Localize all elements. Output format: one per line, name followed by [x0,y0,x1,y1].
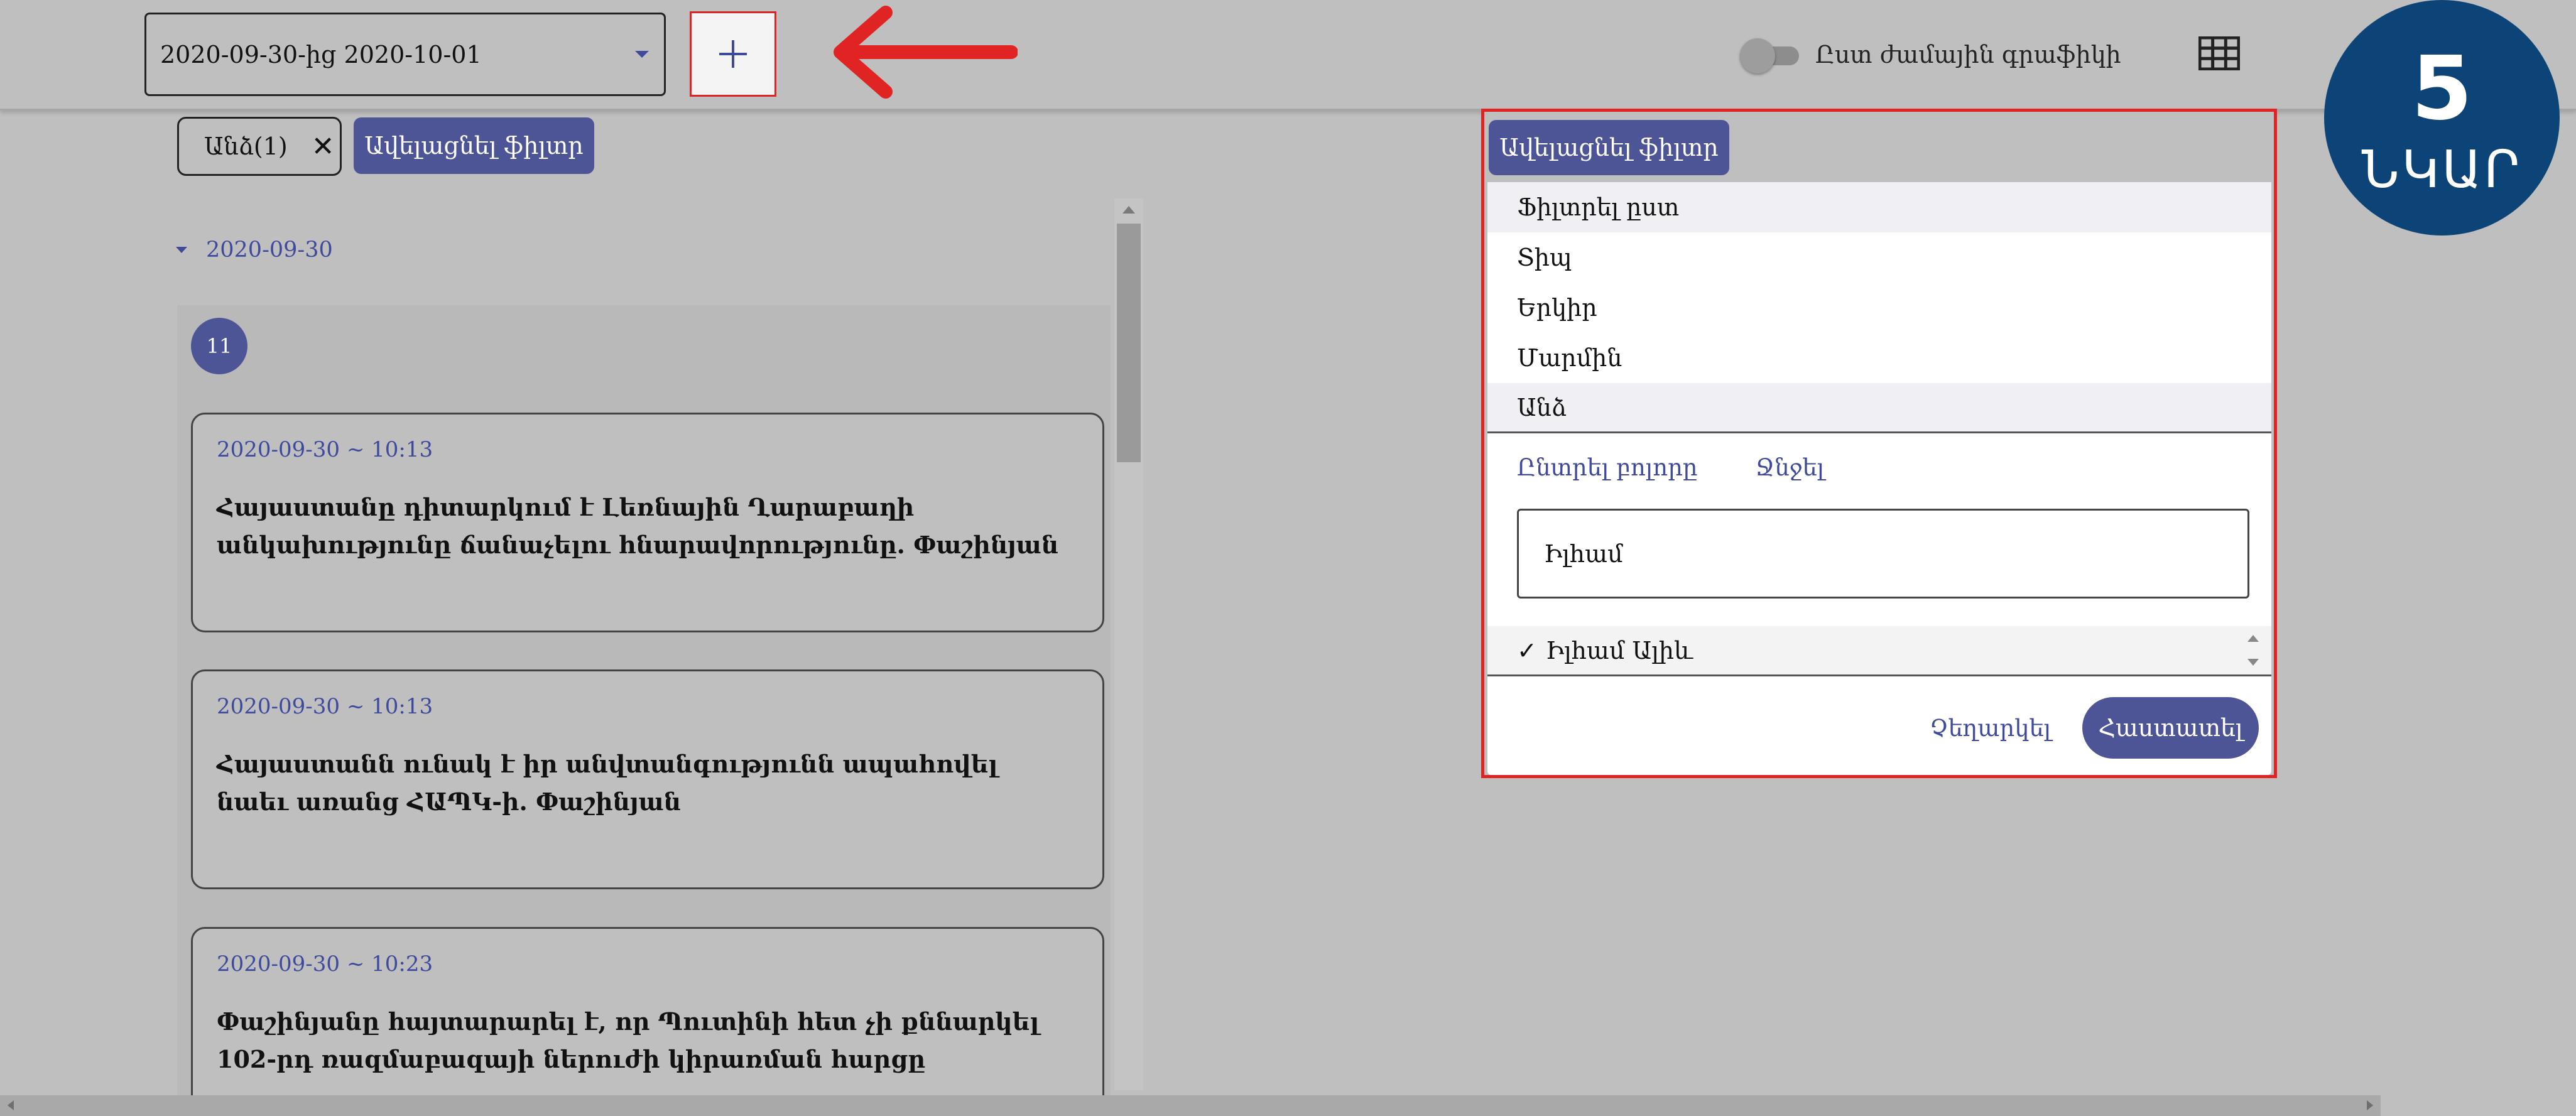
scroll-up-icon[interactable] [1122,206,1135,214]
step-word: ՆԿԱՐ [2361,139,2523,200]
add-filter-button[interactable]: Ավելացնել ֆիլտր [1489,120,1729,175]
clear-link[interactable]: Ջնջել [1756,454,1825,481]
confirm-button[interactable]: Հաստատել [2082,697,2259,759]
bulk-actions: Ընտրել բոլորը Ջնջել [1487,454,2271,481]
toggle-knob [1740,38,1775,73]
step-number: 5 [2411,37,2473,140]
caret-down-icon [635,51,649,58]
news-title: Հայաստանն ունակ է իր անվտանգությունն ապա… [217,750,998,816]
close-icon[interactable]: ✕ [312,131,335,163]
filter-panel: Ֆիլտրել ըստ Տիպ Երկիր Մարմին Անձ Ընտրել … [1487,182,2271,775]
select-all-link[interactable]: Ընտրել բոլորը [1517,454,1698,481]
check-icon: ✓ [1517,636,1537,664]
filter-popup: Ավելացնել ֆիլտր Ֆիլտրել ըստ Տիպ Երկիր Մա… [1481,109,2277,778]
filter-option-body[interactable]: Մարմին [1487,333,2271,383]
caret-down-icon [176,247,187,253]
grid-icon[interactable] [2198,36,2240,70]
scroll-right-icon[interactable] [2367,1100,2373,1110]
news-card[interactable]: 2020-09-30 ~ 10:23 Փաշինյանը հայտարարել … [191,927,1104,1116]
plus-icon [719,40,747,68]
horizontal-scrollbar[interactable] [0,1095,2381,1116]
toggle-switch[interactable] [1740,35,1803,75]
news-time: 2020-09-30 ~ 10:13 [217,694,433,719]
add-button[interactable] [690,11,776,97]
red-arrow-icon [834,6,1018,99]
top-bar: 2020-09-30-ից 2020-10-01 Ըստ ժամային գրա… [0,0,2576,111]
scroll-thumb[interactable] [1117,224,1141,462]
news-title: Փաշինյանը հայտարարել է, որ Պուտինի հետ չ… [217,1007,1040,1073]
toggle-label: Ըստ ժամային գրաֆիկի [1815,41,2121,68]
count-badge: 11 [191,318,247,374]
news-card[interactable]: 2020-09-30 ~ 10:13 Հայաստանը դիտարկում է… [191,413,1104,632]
cancel-button[interactable]: Չեղարկել [1930,715,2051,742]
filter-by-header: Ֆիլտրել ըստ [1487,182,2271,232]
date-range-value: 2020-09-30-ից 2020-10-01 [160,40,482,68]
result-item[interactable]: ✓ Իլհամ Ալիև [1487,626,2271,676]
scroll-left-icon[interactable] [8,1100,14,1110]
add-filter-button[interactable]: Ավելացնել ֆիլտր [354,117,594,174]
news-card[interactable]: 2020-09-30 ~ 10:13 Հայաստանն ունակ է իր … [191,669,1104,889]
result-label: Իլհամ Ալիև [1545,636,1693,664]
feed-scrollbar[interactable] [1114,198,1143,1090]
date-group-header[interactable]: 2020-09-30 [176,237,333,263]
popup-actions: Չեղարկել Հաստատել [1930,697,2259,759]
step-badge: 5 ՆԿԱՐ [2324,0,2560,236]
date-group-label: 2020-09-30 [206,237,333,263]
scroll-up-icon[interactable] [2247,635,2259,642]
filter-option-person[interactable]: Անձ [1487,383,2271,433]
news-time: 2020-09-30 ~ 10:13 [217,437,433,462]
chip-label: Անձ(1) [204,133,288,160]
filter-option-type[interactable]: Տիպ [1487,232,2271,283]
person-search-input[interactable] [1517,509,2249,599]
schedule-toggle[interactable]: Ըստ ժամային գրաֆիկի [1740,35,2121,75]
date-range-select[interactable]: 2020-09-30-ից 2020-10-01 [144,13,666,96]
filter-option-country[interactable]: Երկիր [1487,283,2271,333]
news-title: Հայաստանը դիտարկում է Լեռնային Ղարաբաղի … [217,493,1059,559]
person-filter-chip[interactable]: Անձ(1) ✕ [177,117,342,176]
news-time: 2020-09-30 ~ 10:23 [217,951,433,977]
scroll-down-icon[interactable] [2247,659,2259,666]
